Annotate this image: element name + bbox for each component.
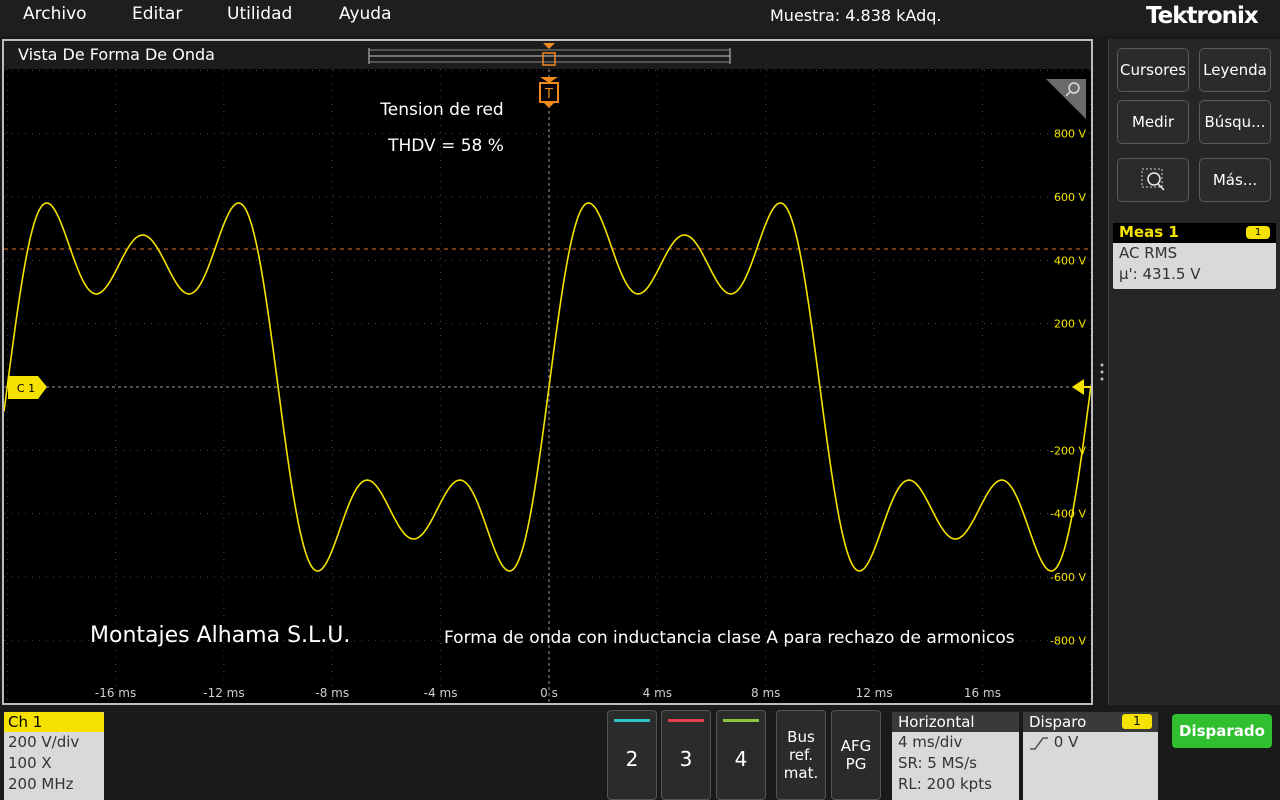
channel1-badge[interactable]: Ch 1 200 V/div 100 X 200 MHz [4, 712, 104, 800]
record-overview-bar[interactable] [368, 48, 731, 64]
menu-utilidad[interactable]: Utilidad [227, 4, 292, 24]
x-tick-label: 4 ms [643, 686, 672, 700]
channel3-color-bar [668, 719, 704, 722]
measurement-badge[interactable]: Meas 1 1 AC RMS μ': 431.5 V [1113, 223, 1276, 289]
channel4-label: 4 [734, 747, 748, 771]
channel4-button[interactable]: 4 [716, 710, 766, 800]
bus-button-line1: Bus [787, 728, 815, 746]
zoom-corner-icon[interactable] [1046, 79, 1086, 119]
x-tick-label: -12 ms [203, 686, 244, 700]
zoom-search-button[interactable] [1117, 158, 1189, 202]
trigger-position-marker[interactable]: T [539, 77, 559, 108]
x-tick-label: -4 ms [424, 686, 458, 700]
menu-archivo[interactable]: Archivo [23, 4, 87, 24]
horizontal-record-length: RL: 200 kpts [898, 775, 992, 793]
search-button[interactable]: Búsqu... [1199, 100, 1271, 144]
rising-edge-icon [1030, 736, 1048, 750]
settings-bar: Ch 1 200 V/div 100 X 200 MHz 2 3 4 Bus r… [0, 706, 1280, 800]
menu-editar[interactable]: Editar [132, 4, 182, 24]
channel1-label: Ch 1 [4, 712, 104, 732]
trigger-level-row: 0 V [1023, 732, 1158, 753]
horizontal-scale: 4 ms/div [898, 733, 963, 751]
y-tick-label: 200 V [1054, 318, 1086, 331]
x-tick-label: -16 ms [95, 686, 136, 700]
horizontal-badge[interactable]: Horizontal 4 ms/div SR: 5 MS/s RL: 200 k… [892, 712, 1019, 800]
brand-logo: Tektronix [1146, 3, 1259, 29]
channel1-marker-label: C 1 [17, 382, 35, 395]
x-tick-label: 12 ms [856, 686, 893, 700]
channel3-label: 3 [679, 747, 693, 771]
x-tick-label: 8 ms [751, 686, 780, 700]
annotation-thd: THDV = 58 % [387, 136, 504, 156]
horizontal-sample-rate: SR: 5 MS/s [898, 754, 977, 772]
channel2-label: 2 [625, 747, 639, 771]
x-tick-label: 0 s [540, 686, 558, 700]
channel4-color-bar [723, 719, 759, 722]
measurement-type: AC RMS [1119, 244, 1178, 262]
waveform-plot[interactable]: 800 V 600 V 400 V 200 V -200 V -400 V -600 V -8… [4, 69, 1091, 703]
y-tick-label: 600 V [1054, 191, 1086, 204]
trigger-level: 0 V [1053, 733, 1079, 751]
legend-button[interactable]: Leyenda [1199, 48, 1271, 92]
y-tick-label: -200 V [1050, 444, 1086, 457]
afg-button-line1: AFG [840, 737, 872, 755]
menu-bar: Archivo Editar Utilidad Ayuda Muestra: 4… [0, 0, 1280, 36]
waveform-view-header: Vista De Forma De Onda [4, 41, 1091, 69]
measurement-title: Meas 1 [1119, 223, 1179, 241]
annotation-title: Tension de red [379, 100, 503, 120]
trigger-badge[interactable]: Disparo 1 0 V [1023, 712, 1158, 800]
horizontal-title: Horizontal [892, 712, 1019, 732]
cursors-button[interactable]: Cursores [1117, 48, 1189, 92]
measurement-source-badge: 1 [1246, 226, 1270, 239]
graticule [4, 69, 1091, 703]
channel2-button[interactable]: 2 [607, 710, 657, 800]
y-tick-label: -800 V [1050, 634, 1086, 647]
trigger-status-button[interactable]: Disparado [1172, 714, 1272, 748]
x-tick-label: -8 ms [315, 686, 349, 700]
afg-pg-button[interactable]: AFG PG [831, 710, 881, 800]
channel1-scale: 200 V/div [8, 733, 80, 751]
more-button[interactable]: Más... [1199, 158, 1271, 202]
channel2-color-bar [614, 719, 650, 722]
y-tick-label: 400 V [1054, 254, 1086, 267]
menu-ayuda[interactable]: Ayuda [339, 4, 392, 24]
trigger-level-arrow-icon[interactable] [1072, 379, 1091, 395]
channel3-button[interactable]: 3 [661, 710, 711, 800]
measurement-header: Meas 1 1 [1113, 223, 1276, 243]
x-tick-label: 16 ms [964, 686, 1001, 700]
afg-button-line2: PG [845, 755, 867, 773]
bus-ref-math-button[interactable]: Bus ref. mat. [776, 710, 826, 800]
waveform-view: Vista De Forma De Onda 800 V 600 V 400 V 20… [2, 39, 1093, 705]
company-label: Montajes Alhama S.L.U. [90, 623, 350, 648]
bus-button-line2: ref. [788, 746, 813, 764]
zoom-search-icon [1141, 168, 1165, 191]
channel1-ground-marker[interactable]: C 1 [8, 376, 47, 399]
trigger-marker-label: T [544, 87, 553, 102]
measure-button[interactable]: Medir [1117, 100, 1189, 144]
y-tick-label: 800 V [1054, 128, 1086, 141]
waveform-caption: Forma de onda con inductancia clase A pa… [444, 628, 1015, 648]
trigger-source-badge: 1 [1122, 714, 1152, 729]
y-tick-label: -400 V [1050, 508, 1086, 521]
channel1-bandwidth: 200 MHz [8, 775, 74, 793]
channel1-probe: 100 X [8, 754, 52, 772]
bus-button-line3: mat. [783, 764, 819, 782]
trigger-title: Disparo [1029, 713, 1087, 731]
trigger-header: Disparo 1 [1023, 712, 1158, 732]
sample-status: Muestra: 4.838 kAdq. [770, 6, 942, 25]
y-tick-label: -600 V [1050, 571, 1086, 584]
x-tick-labels: -16 ms -12 ms -8 ms -4 ms 0 s 4 ms 8 ms 12 ms 16… [95, 686, 1001, 700]
measurement-value: μ': 431.5 V [1119, 265, 1201, 283]
sidebar-drag-handle-icon[interactable] [1099, 362, 1105, 382]
